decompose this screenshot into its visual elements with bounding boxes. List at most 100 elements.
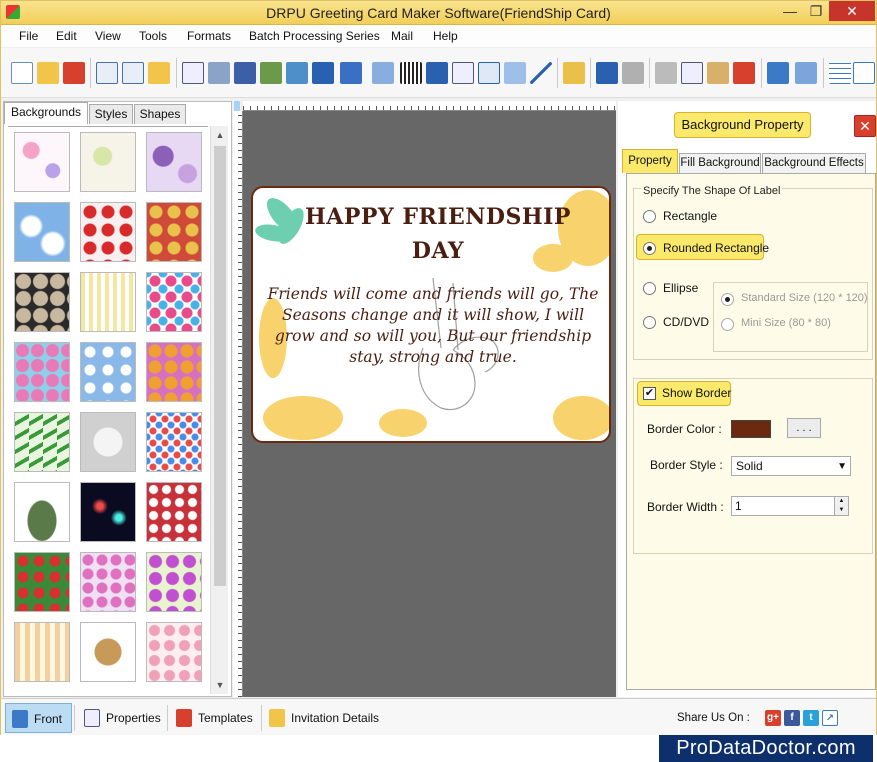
- card-verse[interactable]: Friends will come and friends will go, T…: [263, 284, 603, 368]
- background-thumbnail[interactable]: [14, 482, 70, 542]
- bring-front-icon[interactable]: [767, 62, 789, 84]
- background-thumbnail[interactable]: [80, 482, 136, 542]
- close-file-icon[interactable]: [63, 62, 85, 84]
- twitter-icon[interactable]: t: [803, 710, 819, 726]
- menu-tools[interactable]: Tools: [139, 29, 167, 43]
- redo-icon[interactable]: [622, 62, 644, 84]
- menu-help[interactable]: Help: [433, 29, 458, 43]
- tab-property[interactable]: Property: [622, 149, 678, 173]
- background-thumbnail[interactable]: [146, 482, 202, 542]
- send-back-icon[interactable]: [795, 62, 817, 84]
- radio-circle[interactable]: [721, 293, 734, 306]
- export-icon[interactable]: [148, 62, 170, 84]
- background-thumbnail[interactable]: [146, 622, 202, 682]
- spin-arrows-icon[interactable]: ▲ ▼: [834, 497, 848, 515]
- background-thumbnail[interactable]: [80, 342, 136, 402]
- border-color-swatch[interactable]: [731, 420, 771, 438]
- minimize-button[interactable]: —: [777, 1, 803, 21]
- watermark-icon[interactable]: [372, 62, 394, 84]
- background-thumbnail[interactable]: [14, 342, 70, 402]
- card-title-line2[interactable]: DAY: [273, 238, 603, 264]
- barcode-icon[interactable]: [400, 62, 422, 84]
- scroll-down-icon[interactable]: ▼: [211, 676, 229, 694]
- tab-background-effects[interactable]: Background Effects: [762, 153, 866, 173]
- tab-shapes[interactable]: Shapes: [134, 104, 186, 124]
- design-canvas[interactable]: HAPPY FRIENDSHIP DAY Friends will come a…: [243, 111, 616, 697]
- actual-size-icon[interactable]: [853, 62, 875, 84]
- menu-mail[interactable]: Mail: [391, 29, 413, 43]
- undo-icon[interactable]: [596, 62, 618, 84]
- background-thumbnail[interactable]: [80, 552, 136, 612]
- paste-icon[interactable]: [707, 62, 729, 84]
- background-thumbnail[interactable]: [146, 132, 202, 192]
- background-thumbnail[interactable]: [14, 272, 70, 332]
- background-thumbnail[interactable]: [146, 272, 202, 332]
- border-width-stepper[interactable]: 1 ▲ ▼: [731, 496, 849, 516]
- line-icon[interactable]: [530, 62, 552, 84]
- insert-image-icon[interactable]: [286, 62, 308, 84]
- cut-icon[interactable]: [655, 62, 677, 84]
- background-thumbnail[interactable]: [80, 132, 136, 192]
- tab-backgrounds[interactable]: Backgrounds: [4, 102, 88, 124]
- background-thumbnail[interactable]: [80, 412, 136, 472]
- close-panel-button[interactable]: ✕: [854, 115, 876, 137]
- radio-circle[interactable]: [721, 318, 734, 331]
- delete-icon[interactable]: [733, 62, 755, 84]
- menu-file[interactable]: File: [19, 29, 38, 43]
- crop-icon[interactable]: [260, 62, 282, 84]
- front-button[interactable]: Front: [5, 703, 72, 733]
- menu-view[interactable]: View: [95, 29, 121, 43]
- background-thumbnail[interactable]: [80, 202, 136, 262]
- greeting-card[interactable]: HAPPY FRIENDSHIP DAY Friends will come a…: [251, 186, 611, 443]
- grid-icon[interactable]: [829, 62, 851, 84]
- signature-icon[interactable]: [478, 62, 500, 84]
- radio-circle[interactable]: [643, 282, 656, 295]
- open-folder-icon[interactable]: [37, 62, 59, 84]
- radio-circle[interactable]: [643, 242, 656, 255]
- new-file-icon[interactable]: [11, 62, 33, 84]
- background-thumbnail[interactable]: [14, 622, 70, 682]
- menu-formats[interactable]: Formats: [187, 29, 231, 43]
- share-icon[interactable]: ↗: [822, 710, 838, 726]
- close-window-button[interactable]: ✕: [829, 1, 875, 21]
- properties-button[interactable]: Properties: [78, 703, 164, 733]
- mail-icon[interactable]: [504, 62, 526, 84]
- templates-button[interactable]: Templates: [170, 703, 258, 733]
- restore-button[interactable]: ❐: [803, 1, 829, 21]
- facebook-icon[interactable]: f: [784, 710, 800, 726]
- text-box-icon[interactable]: [452, 62, 474, 84]
- background-thumbnail[interactable]: [146, 552, 202, 612]
- shapes-icon[interactable]: [340, 62, 362, 84]
- page-properties-icon[interactable]: [182, 62, 204, 84]
- menu-batch-processing[interactable]: Batch Processing Series: [249, 29, 380, 43]
- text-icon[interactable]: [426, 62, 448, 84]
- tab-styles[interactable]: Styles: [89, 104, 133, 124]
- radio-circle[interactable]: [643, 210, 656, 223]
- background-thumbnail[interactable]: [146, 342, 202, 402]
- background-thumbnail[interactable]: [146, 412, 202, 472]
- menu-edit[interactable]: Edit: [56, 29, 77, 43]
- background-thumbnail[interactable]: [14, 132, 70, 192]
- color-picker-button[interactable]: . . .: [787, 418, 821, 438]
- background-thumbnail[interactable]: [14, 202, 70, 262]
- save-as-icon[interactable]: [122, 62, 144, 84]
- scroll-up-icon[interactable]: ▲: [211, 126, 229, 144]
- background-thumbnail[interactable]: [14, 412, 70, 472]
- background-thumbnail[interactable]: [80, 272, 136, 332]
- google-plus-icon[interactable]: g+: [765, 710, 781, 726]
- radio-circle[interactable]: [643, 316, 656, 329]
- tab-fill-background[interactable]: Fill Background: [679, 153, 761, 173]
- background-thumbnail[interactable]: [80, 622, 136, 682]
- background-thumbnail[interactable]: [146, 202, 202, 262]
- background-thumbnail[interactable]: [14, 552, 70, 612]
- border-style-select[interactable]: Solid ▼: [731, 456, 851, 476]
- card-title-line1[interactable]: HAPPY FRIENDSHIP: [273, 204, 603, 230]
- pen-icon[interactable]: [312, 62, 334, 84]
- show-border-checkbox[interactable]: ✔: [643, 387, 656, 400]
- database-icon[interactable]: [563, 62, 585, 84]
- save-icon[interactable]: [96, 62, 118, 84]
- print-icon[interactable]: [208, 62, 230, 84]
- thumbnails-scrollbar[interactable]: ▲ ▼: [210, 126, 228, 694]
- copy-icon[interactable]: [681, 62, 703, 84]
- invitation-details-button[interactable]: Invitation Details: [263, 703, 393, 733]
